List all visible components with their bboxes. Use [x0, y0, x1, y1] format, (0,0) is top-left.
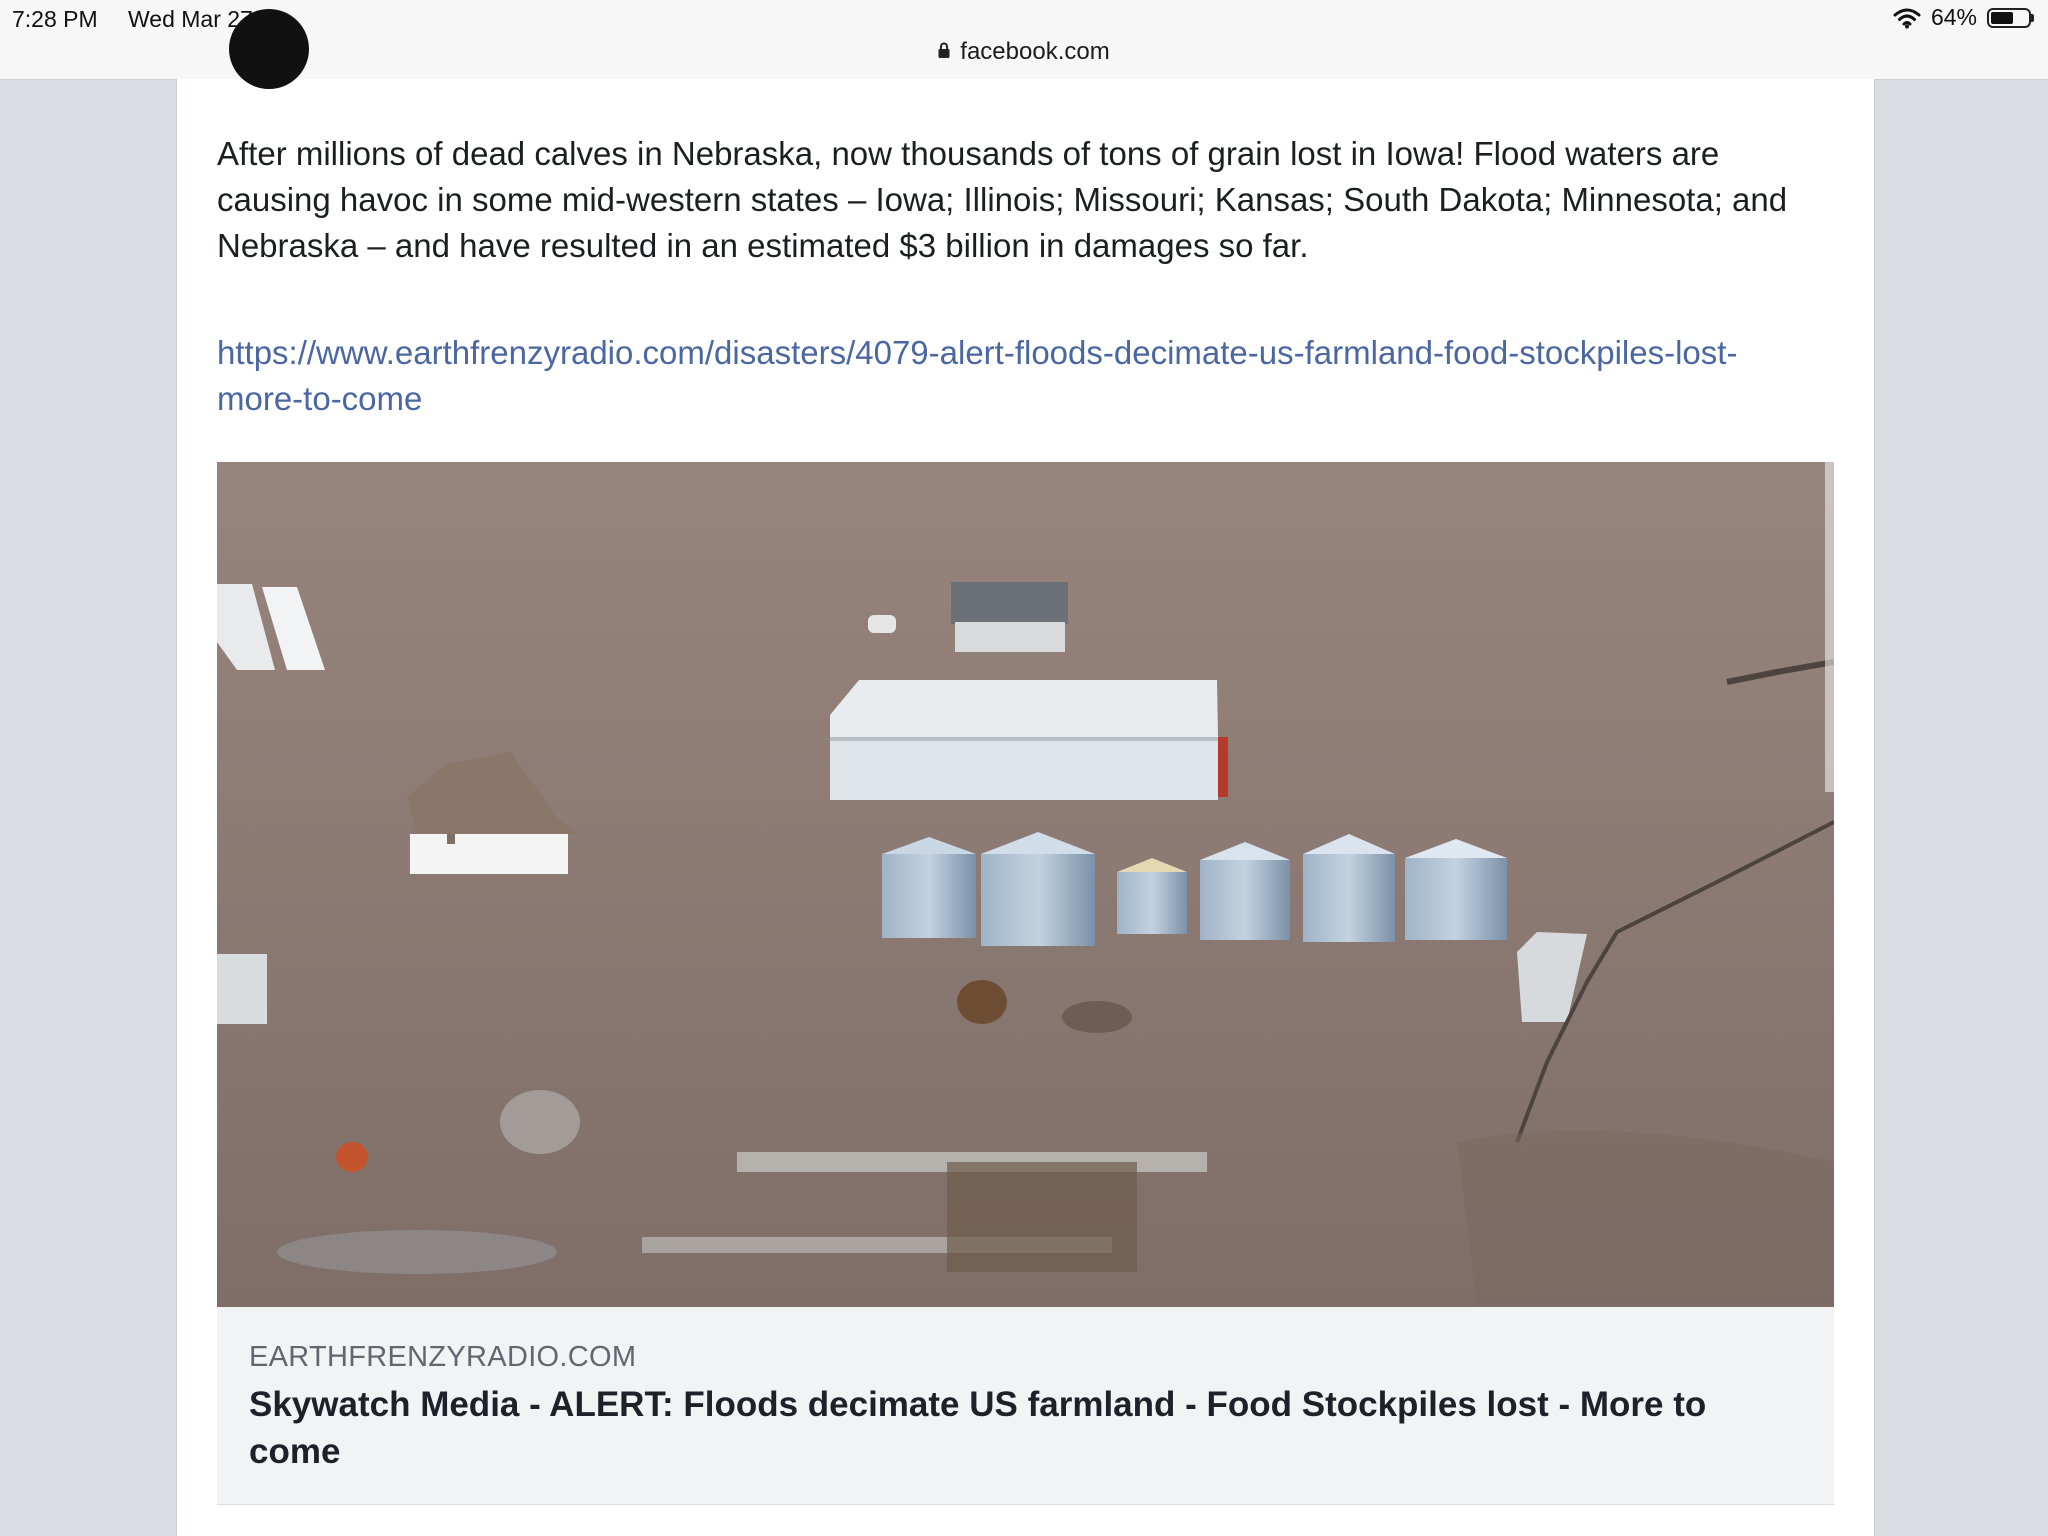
battery-fill	[1991, 11, 2013, 24]
wifi-icon	[1893, 8, 1921, 28]
status-indicators: 64%	[1893, 4, 2034, 31]
link-preview[interactable]: EARTHFRENZYRADIO.COM Skywatch Media - AL…	[217, 1307, 1834, 1505]
post-text: After millions of dead calves in Nebrask…	[217, 135, 1788, 264]
link-preview-title[interactable]: Skywatch Media - ALERT: Floods decimate …	[249, 1381, 1789, 1475]
lock-icon	[938, 42, 950, 59]
post-card: After millions of dead calves in Nebrask…	[176, 9, 1875, 1536]
avatar[interactable]	[229, 9, 309, 89]
url-text[interactable]: facebook.com	[960, 38, 1109, 65]
status-time: 7:28 PM	[12, 6, 98, 32]
post-link[interactable]: https://www.earthfrenzyradio.com/disaste…	[217, 330, 1817, 422]
link-preview-image[interactable]	[217, 462, 1834, 1307]
battery-percent: 64%	[1930, 4, 1977, 30]
link-preview-domain: EARTHFRENZYRADIO.COM	[249, 1341, 637, 1373]
battery-icon	[1987, 7, 2034, 28]
